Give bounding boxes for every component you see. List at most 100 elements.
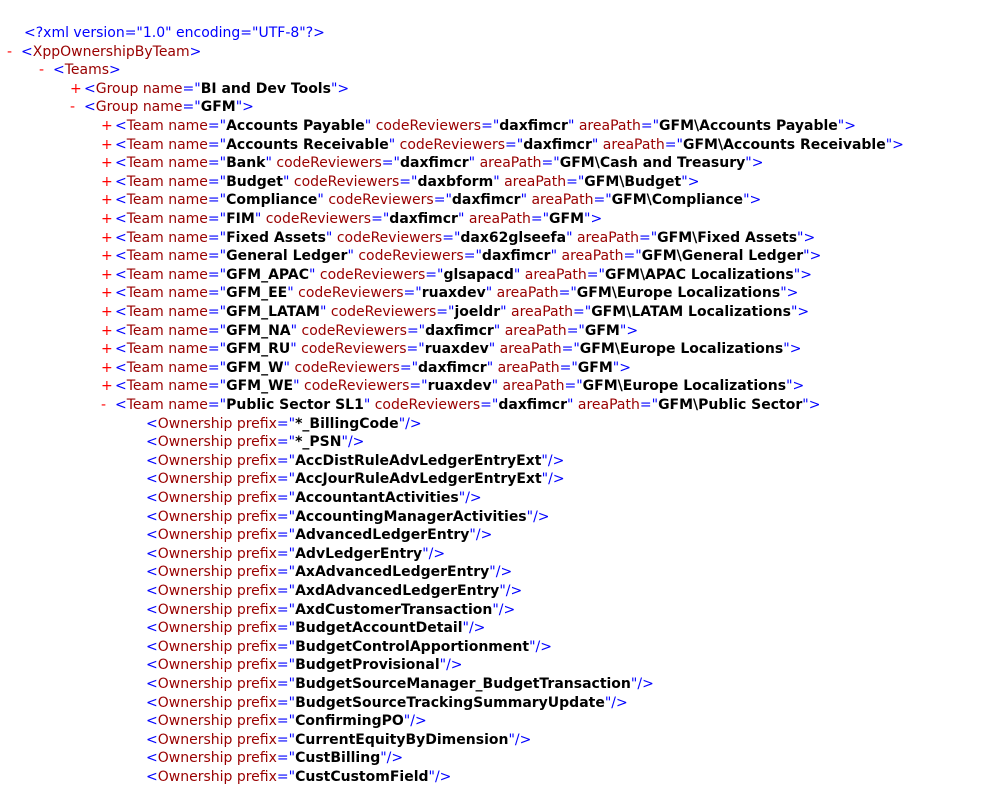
ownership-line: <Ownership prefix="AccountingManagerActi… <box>146 508 550 525</box>
area-path-value: GFM\Public Sector <box>658 397 803 413</box>
team-name-value: Accounts Receivable <box>226 136 389 153</box>
element-tag: Ownership <box>157 713 233 730</box>
prefix-value: BudgetSourceManager_BudgetTransaction <box>295 676 631 692</box>
code-reviewers-value: ruaxdev <box>427 378 492 395</box>
element-tag: Ownership <box>157 471 233 488</box>
expand-toggle[interactable]: + <box>101 210 115 229</box>
team-line: + <Team name="GFM_WE" codeReviewers="ruax… <box>101 377 805 396</box>
team-line: + <Team name="Compliance" codeReviewers="… <box>101 191 762 210</box>
code-reviewers-value: daxfimcr <box>451 192 521 209</box>
attribute-name: areaPath <box>577 397 640 413</box>
xml-tree-viewer: <?xml version="1.0" encoding="UTF-8"?> -… <box>0 0 981 787</box>
team-name-value: Compliance <box>226 192 318 209</box>
expand-toggle[interactable]: + <box>70 80 84 99</box>
attribute-name: areaPath <box>504 173 567 190</box>
team-line: + <Team name="Accounts Receivable" codeRe… <box>101 136 904 155</box>
element-tag: Team <box>126 248 164 265</box>
element-tag: Group <box>95 80 139 97</box>
expand-toggle[interactable]: + <box>101 247 115 266</box>
attribute-name: name <box>142 80 183 97</box>
code-reviewers-value: daxfimcr <box>389 211 458 227</box>
element-tag: Ownership <box>157 657 233 674</box>
attribute-name: areaPath <box>502 378 565 395</box>
prefix-value: BudgetControlApportionment <box>295 638 530 655</box>
collapse-toggle[interactable]: - <box>101 396 115 415</box>
expand-toggle[interactable]: + <box>101 340 115 359</box>
element-tag: Ownership <box>157 564 233 581</box>
attribute-name: codeReviewers <box>330 304 437 320</box>
expand-toggle[interactable]: + <box>101 322 115 341</box>
team-name-value: GFM_NA <box>226 322 291 339</box>
attribute-name: prefix <box>236 490 277 506</box>
area-path-value: GFM\Compliance <box>611 192 744 209</box>
expand-toggle[interactable]: + <box>101 303 115 322</box>
attribute-name: name <box>168 248 208 265</box>
attribute-name: codeReviewers <box>293 173 400 190</box>
element-tag: Team <box>126 266 164 283</box>
code-reviewers-value: glsapacd <box>443 266 514 283</box>
prefix-value: AxAdvancedLedgerEntry <box>295 564 490 581</box>
ownership-line: <Ownership prefix="AccDistRuleAdvLedgerE… <box>146 452 565 469</box>
prefix-value: AdvancedLedgerEntry <box>295 527 470 544</box>
ownership-line: <Ownership prefix="AdvLedgerEntry"/> <box>146 545 446 562</box>
expand-toggle[interactable]: + <box>101 117 115 136</box>
team-name-value: GFM_RU <box>226 341 291 358</box>
ownership-line: <Ownership prefix="CustCustomField"/> <box>146 769 452 785</box>
attribute-name: prefix <box>236 676 277 692</box>
area-path-value: GFM\Europe Localizations <box>579 341 784 358</box>
expand-toggle[interactable]: + <box>101 136 115 155</box>
ownership-line: <Ownership prefix="CurrentEquityByDimens… <box>146 731 532 748</box>
element-tag: Ownership <box>157 769 233 785</box>
expand-toggle[interactable]: + <box>101 266 115 285</box>
team-line: + <Team name="FIM" codeReviewers="daxfimc… <box>101 210 603 229</box>
attribute-name: name <box>168 229 208 246</box>
expand-toggle[interactable]: + <box>101 154 115 173</box>
attribute-name: name <box>168 211 208 227</box>
prefix-value: *_PSN <box>295 434 342 451</box>
attribute-name: name <box>168 266 208 283</box>
expand-toggle[interactable]: + <box>101 284 115 303</box>
element-tag: Team <box>126 211 164 227</box>
attribute-name: codeReviewers <box>336 229 443 246</box>
attribute-name: areaPath <box>499 341 562 358</box>
attribute-name: areaPath <box>578 118 641 134</box>
prefix-value: AccountingManagerActivities <box>295 508 527 525</box>
collapse-toggle[interactable]: - <box>39 61 53 80</box>
ownership-line: <Ownership prefix="BudgetProvisional"/> <box>146 657 463 674</box>
team-name-value: Budget <box>226 173 283 190</box>
attribute-name: prefix <box>236 657 277 674</box>
team-line: + <Team name="GFM_LATAM" codeReviewers="j… <box>101 303 810 322</box>
team-line: + <Team name="GFM_RU" codeReviewers="ruax… <box>101 340 802 359</box>
collapse-toggle[interactable]: - <box>70 98 84 117</box>
area-path-value: GFM\General Ledger <box>641 248 804 265</box>
team-name-value: General Ledger <box>226 248 348 265</box>
ownership-line: <Ownership prefix="BudgetControlApportio… <box>146 638 552 655</box>
area-path-value: GFM\Fixed Assets <box>657 229 798 246</box>
team-name-value: Accounts Payable <box>226 118 365 134</box>
element-tag: Team <box>126 285 164 302</box>
attribute-value: BI and Dev Tools <box>200 80 331 97</box>
expand-toggle[interactable]: + <box>101 359 115 378</box>
element-tag: Team <box>126 136 164 153</box>
expand-toggle[interactable]: + <box>101 191 115 210</box>
attribute-name: name <box>168 285 208 302</box>
attribute-name: prefix <box>236 545 277 562</box>
attribute-name: codeReviewers <box>301 341 407 358</box>
expand-toggle[interactable]: + <box>101 377 115 396</box>
attribute-name: prefix <box>236 638 277 655</box>
xml-declaration-text: <?xml version="1.0" encoding="UTF-8"?> <box>24 25 325 41</box>
expand-toggle[interactable]: + <box>101 229 115 248</box>
prefix-value: CurrentEquityByDimension <box>295 731 509 748</box>
collapse-toggle[interactable]: - <box>7 43 21 62</box>
area-path-value: GFM <box>549 211 585 227</box>
root-element-line: - <XppOwnershipByTeam> <box>7 43 202 62</box>
expand-toggle[interactable]: + <box>101 173 115 192</box>
attribute-name: codeReviewers <box>328 192 434 209</box>
element-tag: Team <box>126 118 164 134</box>
element-tag: Ownership <box>157 434 233 451</box>
team-line: + <Team name="GFM_NA" codeReviewers="daxf… <box>101 322 639 341</box>
attribute-name: codeReviewers <box>374 397 481 413</box>
ownership-line: <Ownership prefix="ConfirmingPO"/> <box>146 713 427 730</box>
attribute-name: prefix <box>236 471 277 488</box>
attribute-name: name <box>168 341 208 358</box>
